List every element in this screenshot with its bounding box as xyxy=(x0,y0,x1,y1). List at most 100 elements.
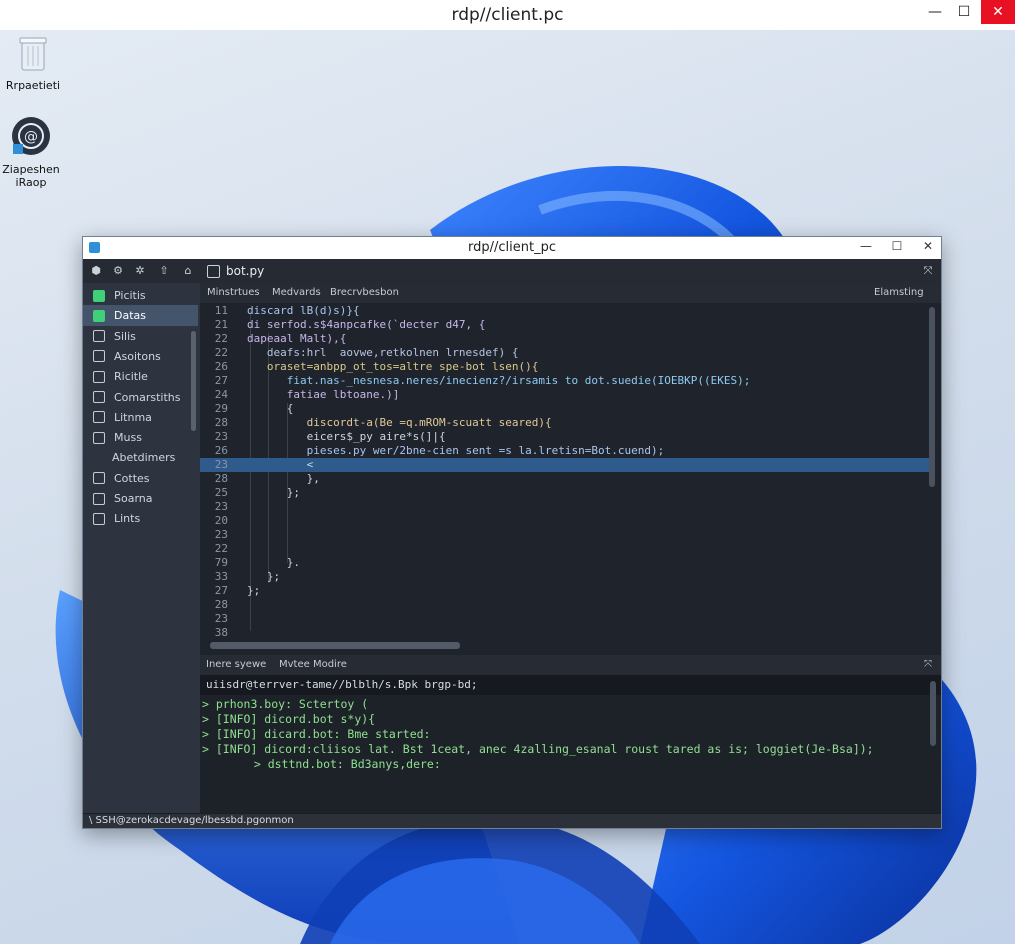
line-number: 22 xyxy=(214,346,228,359)
line-number: 23 xyxy=(214,458,228,471)
sidebar-item[interactable]: Datas xyxy=(83,305,198,327)
editor-header-item[interactable]: Minstrtues xyxy=(207,287,260,298)
tools-icon[interactable]: ✲ xyxy=(133,264,147,278)
line-number: 38 xyxy=(214,626,228,639)
close-button[interactable]: ✕ xyxy=(981,0,1015,24)
code-line: 29 { xyxy=(200,402,930,416)
line-number: 23 xyxy=(214,612,228,625)
line-number: 11 xyxy=(214,304,228,317)
code-line: 28 xyxy=(200,598,930,612)
code-line: 79 }. xyxy=(200,556,930,570)
code-line: 24 fatiae lbtoane.)] xyxy=(200,388,930,402)
terminal-close-icon[interactable]: ⤧ xyxy=(924,659,932,670)
code-line: 22 deafs:hrl aovwe,retkolnen lrnesdef) { xyxy=(200,346,930,360)
terminal-line: > prhon3.boy: Sctertoy ( xyxy=(202,697,369,711)
sidebar-item[interactable]: Ricitle xyxy=(83,366,198,387)
gear-icon xyxy=(93,391,105,403)
editor-scrollbar[interactable] xyxy=(929,307,935,487)
line-number: 21 xyxy=(214,318,228,331)
sidebar-item-label: Muss xyxy=(114,431,142,445)
terminal-tab[interactable]: Inere syewe xyxy=(206,659,266,670)
sidebar-item[interactable]: Soarna xyxy=(83,488,198,509)
line-number: 24 xyxy=(214,388,228,401)
tab-bot-py[interactable]: bot.py xyxy=(207,259,264,283)
window-close-button[interactable]: ✕ xyxy=(918,239,938,253)
sidebar-item-label: Cottes xyxy=(114,471,150,485)
sidebar: Picitis Datas Silis Asoitons Ricitle Comarsti… xyxy=(83,283,200,813)
terminal-prompt-text: uiisdr@terrver-tame//blblh/s.Bpk brgp-bd… xyxy=(206,678,478,691)
code-line: 27 fiat.nas-_nesnesa.neres/inecienz?/irs… xyxy=(200,374,930,388)
sidebar-item[interactable]: Muss xyxy=(83,427,198,448)
svg-text:@: @ xyxy=(24,129,38,145)
line-number: 28 xyxy=(214,416,228,429)
home-icon[interactable]: ⬢ xyxy=(89,264,103,278)
line-number: 79 xyxy=(214,556,228,569)
shield-icon xyxy=(93,492,105,505)
code-line: 20 xyxy=(200,514,930,528)
code-text: }. xyxy=(247,556,300,569)
terminal-line: > [INFO] dicard.bot: Bme started: xyxy=(202,727,431,741)
line-number: 22 xyxy=(214,332,228,345)
code-line: 23 xyxy=(200,528,930,542)
editor-horizontal-scrollbar[interactable] xyxy=(210,642,460,649)
file-icon xyxy=(93,309,105,322)
editor-window-title-bar: rdp//client_pc — ☐ ✕ xyxy=(83,237,941,259)
terminal-scrollbar[interactable] xyxy=(930,681,936,746)
sidebar-item[interactable]: Picitis xyxy=(83,285,198,306)
code-line: 28 }, xyxy=(200,472,930,486)
line-number: 27 xyxy=(214,584,228,597)
line-number: 23 xyxy=(214,430,228,443)
code-line: 23 < xyxy=(200,458,930,472)
sidebar-item-label: Ricitle xyxy=(114,370,148,384)
recycle-bin-icon xyxy=(0,34,68,75)
terminal-line: > [INFO] dicord:cliisos lat. Bst 1ceat, … xyxy=(202,742,874,756)
monitor-icon xyxy=(93,512,105,525)
maximize-button[interactable]: ☐ xyxy=(947,0,981,24)
line-number: 27 xyxy=(214,374,228,387)
line-number: 22 xyxy=(214,542,228,555)
code-text: }, xyxy=(247,472,320,485)
editor-header: Minstrtues Medvards Brecrvbesbon Elamsti… xyxy=(200,283,941,304)
terminal-prompt[interactable]: uiisdr@terrver-tame//blblh/s.Bpk brgp-bd… xyxy=(200,675,941,695)
house-icon[interactable]: ⌂ xyxy=(181,264,195,278)
sidebar-item-label: Soarna xyxy=(114,492,153,505)
desktop-icon-app[interactable]: @ Ziapeshen iRaop xyxy=(0,116,66,189)
sidebar-item[interactable]: Comarstiths xyxy=(83,387,198,408)
code-line: 22 xyxy=(200,542,930,556)
window-maximize-button[interactable]: ☐ xyxy=(887,239,907,253)
sidebar-item-label: Silis xyxy=(114,329,136,343)
editor-header-item[interactable]: Brecrvbesbon xyxy=(330,287,399,298)
code-text: }; xyxy=(247,570,281,583)
terminal-output[interactable]: > prhon3.boy: Sctertoy (> [INFO] dicord.… xyxy=(200,695,941,813)
code-editor[interactable]: 11 discard lB(d)s)}{21 di serfod.s$4anpcaf… xyxy=(200,303,941,639)
code-text: < xyxy=(247,458,314,471)
sidebar-item[interactable]: Litnma xyxy=(83,407,198,428)
sidebar-item[interactable]: Asoitons xyxy=(83,346,198,367)
desktop-icon-label: Ziapeshen iRaop xyxy=(2,163,60,189)
sidebar-item[interactable]: Lints xyxy=(83,508,198,529)
sidebar-scrollbar[interactable] xyxy=(191,331,196,431)
code-text: di serfod.s$4anpcafke(`decter d47, { xyxy=(247,318,486,331)
code-line: 23 eicers$_py aire*s(]|{ xyxy=(200,430,930,444)
code-text: fatiae lbtoane.)] xyxy=(247,388,400,401)
code-text: dapeaal Malt),{ xyxy=(247,332,347,345)
upload-icon[interactable]: ⇧ xyxy=(157,264,171,278)
sidebar-item[interactable]: Cottes xyxy=(83,468,198,489)
code-text: oraset=anbpp_ot_tos=altre spe-bot lsen()… xyxy=(247,360,539,373)
code-line: 23 xyxy=(200,612,930,626)
line-number: 28 xyxy=(214,598,228,611)
editor-header-right[interactable]: Elamsting xyxy=(874,287,924,298)
settings-icon[interactable]: ⚙ xyxy=(111,264,125,278)
grid-icon xyxy=(93,431,105,444)
code-text: pieses.py wer/2bne-cien sent =s la.lreti… xyxy=(247,444,665,457)
code-line: 27}; xyxy=(200,584,930,598)
window-minimize-button[interactable]: — xyxy=(856,239,876,253)
editor-header-item[interactable]: Medvards xyxy=(272,287,321,298)
sidebar-item[interactable]: Abetdimers xyxy=(83,447,198,468)
sidebar-item[interactable]: Silis xyxy=(83,326,198,347)
terminal-tab[interactable]: Mvtee Modire xyxy=(279,659,347,670)
line-number: 26 xyxy=(214,444,228,457)
expand-icon[interactable]: ⤧ xyxy=(921,264,935,278)
tab-label: bot.py xyxy=(226,264,265,278)
desktop-icon-recycle-bin[interactable]: Rrpaetieti xyxy=(0,34,68,92)
